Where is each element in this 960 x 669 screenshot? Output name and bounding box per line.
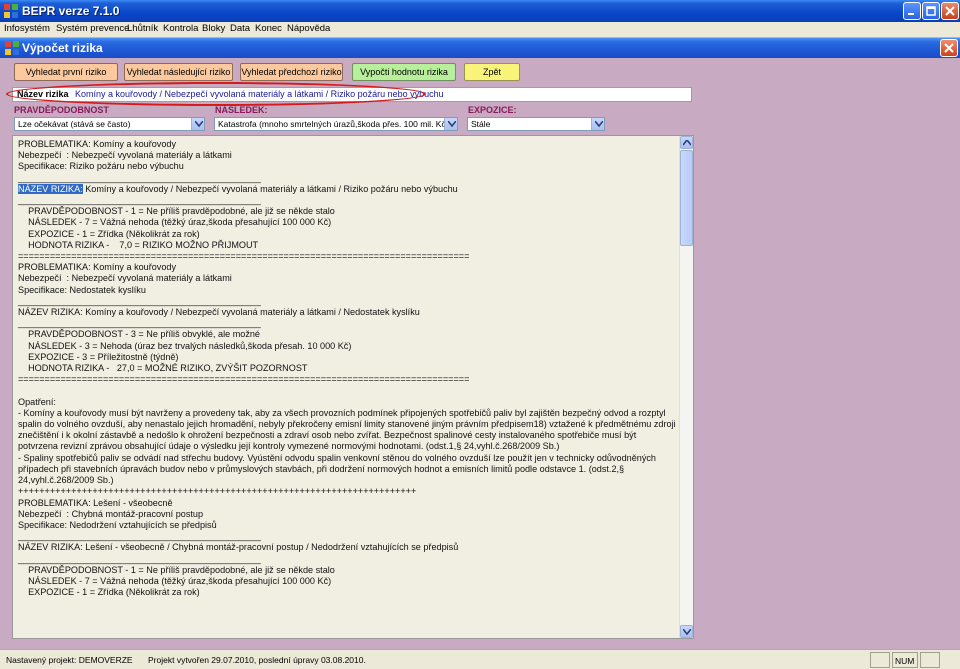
app-titlebar: BEPR verze 7.1.0 [0,0,960,22]
window-titlebar: Výpočet rizika [0,38,960,58]
find-next-button[interactable]: Vyhledat následující riziko [124,63,233,81]
menu-infosystem[interactable]: Infosystém [4,23,50,34]
menu-napoveda[interactable]: Nápověda [287,23,330,34]
probability-value: Lze očekávat (stává se často) [18,119,131,129]
vertical-scrollbar[interactable] [679,136,693,638]
chevron-down-icon [683,629,691,635]
maximize-icon [926,6,936,16]
highlight-ellipse [6,82,426,106]
minimize-icon [908,13,914,15]
close-icon [945,6,955,16]
scroll-up-button[interactable] [680,136,693,149]
chevron-down-icon[interactable] [591,118,604,130]
close-icon [944,43,954,53]
status-created: Projekt vytvořen 29.07.2010, poslední úp… [148,655,366,665]
result-textarea[interactable]: PROBLEMATIKA: Komíny a kouřovody Nebezpe… [12,135,694,639]
num-lock-indicator: NUM [895,656,915,666]
chevron-up-icon [683,140,691,146]
maximize-button[interactable] [922,2,940,20]
scroll-thumb[interactable] [680,150,693,246]
close-app-button[interactable] [941,2,959,20]
risk-title-line: Komíny a kouřovody / Nebezpečí vyvolaná … [82,183,458,194]
result-text: PROBLEMATIKA: Komíny a kouřovody Nebezpe… [18,139,678,598]
exposure-label: EXPOZICE: [468,105,517,115]
menu-bloky[interactable]: Bloky [202,23,225,34]
consequence-label: NÁSLEDEK: [215,105,268,115]
menu-konec[interactable]: Konec [255,23,282,34]
status-project: Nastavený projekt: DEMOVERZE [6,655,133,665]
menu-bar: Infosystém Systém prevence Lhůtník Kontr… [0,22,960,37]
exposure-value: Stále [471,119,491,129]
text-block-1: PROBLEMATIKA: Komíny a kouřovody Nebezpe… [18,139,261,183]
status-cell-empty [870,652,890,668]
scroll-down-button[interactable] [680,625,693,638]
probability-label: PRAVDĚPODOBNOST [14,105,109,115]
find-previous-button[interactable]: Vyhledat předchozí riziko [240,63,343,81]
consequence-value: Katastrofa (mnoho smrtelných úrazů,škoda… [218,119,449,129]
text-block-2: ________________________________________… [18,195,676,598]
consequence-select[interactable]: Katastrofa (mnoho smrtelných úrazů,škoda… [214,117,458,131]
window-title: Výpočet rizika [22,41,103,55]
app-title: BEPR verze 7.1.0 [22,4,120,18]
find-first-button[interactable]: Vyhledat první riziko [14,63,118,81]
app-window: BEPR verze 7.1.0 Infosystém Systém preve… [0,0,960,669]
menu-data[interactable]: Data [230,23,250,34]
chevron-down-icon[interactable] [191,118,204,130]
exposure-select[interactable]: Stále [467,117,605,131]
selected-text: NÁZEV RIZIKA: [18,183,83,194]
window-icon [5,41,19,55]
back-button[interactable]: Zpět [464,63,520,81]
compute-risk-button[interactable]: Vypočti hodnotu rizika [352,63,456,81]
menu-system-prevence[interactable]: Systém prevence [56,23,129,34]
close-window-button[interactable] [940,39,958,57]
minimize-button[interactable] [903,2,921,20]
chevron-down-icon[interactable] [444,118,457,130]
probability-select[interactable]: Lze očekávat (stává se často) [14,117,205,131]
status-num-cell: NUM [892,652,918,668]
menu-lhutnik[interactable]: Lhůtník [127,23,158,34]
status-cell-empty-2 [920,652,940,668]
app-icon [4,4,18,18]
status-bar: Nastavený projekt: DEMOVERZE Projekt vyt… [0,649,960,669]
menu-kontrola[interactable]: Kontrola [163,23,198,34]
